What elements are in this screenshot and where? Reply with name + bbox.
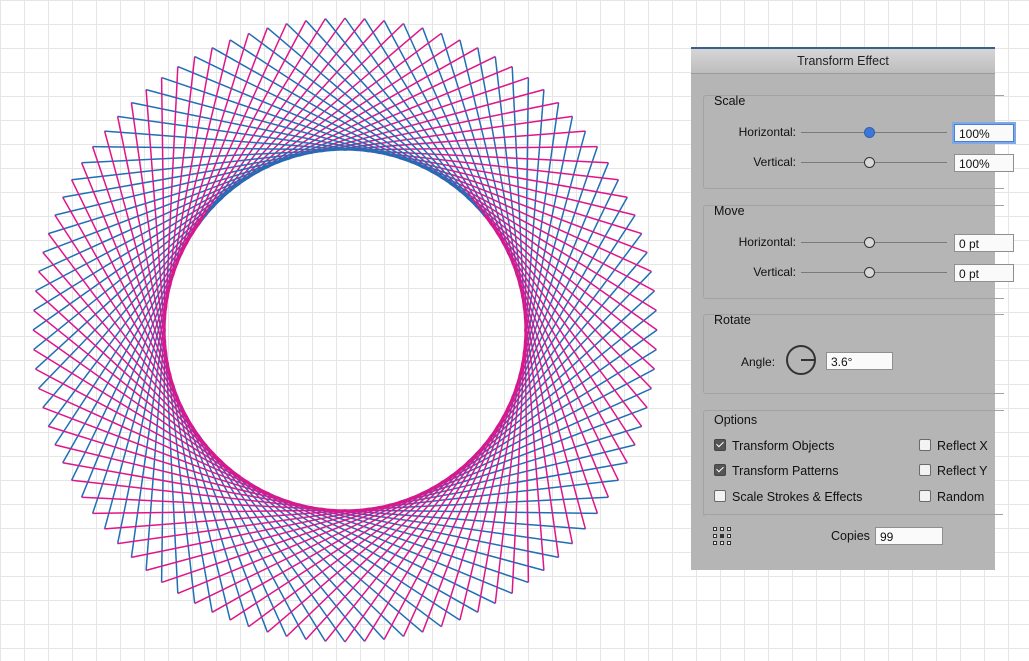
scale-group: Scale Horizontal: 100% Vertical: 100% [703,94,1016,189]
rotate-group-title: Rotate [714,313,751,327]
move-horizontal-label: Horizontal: [738,235,796,249]
random-label: Random [937,490,985,504]
move-horizontal-slider-knob[interactable] [864,237,875,248]
spirograph-line-pink-13 [320,115,573,153]
scale-vertical-label: Vertical: [753,155,796,169]
spirograph-line-pink-48 [383,415,505,640]
scale-horizontal-slider[interactable] [801,127,947,138]
reflect-y-checkbox[interactable]: Reflect Y [919,462,988,480]
reflect-x-checkbox-box[interactable] [919,439,931,451]
spirograph-line-blue-22 [474,270,653,455]
reflect-y-label: Reflect Y [937,464,988,478]
copies-label: Copies [831,529,870,543]
scale-vertical-slider[interactable] [801,157,947,168]
transform-objects-label: Transform Objects [732,439,835,453]
spirograph-artwork [32,17,658,643]
spirograph-line-blue-2 [383,20,505,245]
options-group: Options Transform Objects Transform Patt… [703,410,1004,517]
spirograph-line-pink-88 [130,102,168,355]
spirograph-line-pink-53 [285,459,470,638]
spirograph-line-blue-47 [220,459,405,638]
copies-input[interactable]: 99 [875,527,943,545]
spirograph-line-pink-98 [185,20,307,245]
move-vertical-input[interactable]: 0 pt [954,264,1014,282]
random-checkbox-box[interactable] [919,490,931,502]
move-horizontal-input[interactable]: 0 pt [954,234,1014,252]
scale-strokes-label: Scale Strokes & Effects [732,490,863,504]
rotate-angle-dial[interactable] [786,345,816,375]
move-vertical-slider[interactable] [801,267,947,278]
spirograph-line-pink-3 [220,22,405,201]
spirograph-line-blue-77 [35,170,260,292]
spirograph-line-pink-28 [474,205,653,390]
scale-strokes-checkbox[interactable]: Scale Strokes & Effects [714,488,862,506]
options-separator [703,514,1003,515]
spirograph-line-pink-78 [37,270,216,455]
move-group: Move Horizontal: 0 pt Vertical: 0 pt [703,204,1014,299]
reference-point-icon[interactable] [713,527,731,545]
spirograph-line-pink-73 [35,368,260,490]
reflect-y-checkbox-box[interactable] [919,464,931,476]
scale-horizontal-input[interactable]: 100% [952,122,1016,144]
panel-title: Transform Effect [691,49,995,74]
spirograph-line-pink-38 [522,305,560,558]
spirograph-line-pink-23 [430,170,655,292]
transform-objects-checkbox[interactable]: Transform Objects [714,437,834,455]
random-checkbox[interactable]: Random [919,488,984,506]
spirograph-line-blue-27 [430,368,655,490]
reflect-x-label: Reflect X [937,439,988,453]
spirograph-line-pink-63 [117,507,370,545]
move-vertical-slider-knob[interactable] [864,267,875,278]
scale-strokes-checkbox-box[interactable] [714,490,726,502]
spirograph-line-blue-12 [522,102,560,355]
rotate-angle-label: Angle: [741,355,776,369]
scale-vertical-slider-knob[interactable] [864,157,875,168]
spirograph-line-blue-72 [37,205,216,390]
rotate-group: Rotate Angle: 3.6° [703,313,1004,394]
transform-patterns-label: Transform Patterns [732,464,839,478]
options-group-title: Options [714,413,758,427]
spirograph-line-blue-87 [117,115,370,153]
spirograph-line-blue-97 [285,22,470,201]
scale-group-title: Scale [714,94,746,108]
transform-patterns-checkbox[interactable]: Transform Patterns [714,462,839,480]
transform-effect-panel: Transform Effect Scale Horizontal: 100% … [691,47,1016,570]
move-group-title: Move [714,204,745,218]
transform-patterns-checkbox-box[interactable] [714,464,726,476]
spirograph-line-blue-37 [320,507,573,545]
scale-vertical-input[interactable]: 100% [954,154,1014,172]
transform-objects-checkbox-box[interactable] [714,439,726,451]
move-vertical-label: Vertical: [753,265,796,279]
scale-horizontal-slider-knob[interactable] [864,127,875,138]
spirograph-line-blue-52 [185,415,307,640]
scale-horizontal-label: Horizontal: [738,125,796,139]
reflect-x-checkbox[interactable]: Reflect X [919,437,988,455]
spirograph-line-blue-62 [130,305,168,558]
rotate-angle-input[interactable]: 3.6° [826,352,893,370]
move-horizontal-slider[interactable] [801,237,947,248]
